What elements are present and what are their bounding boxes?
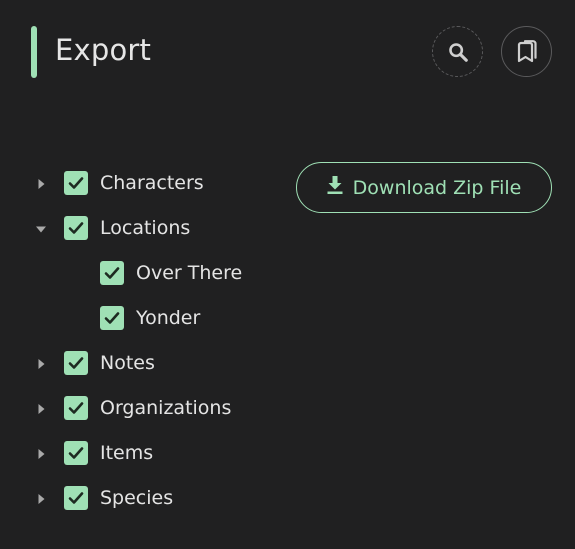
search-icon [447, 41, 469, 63]
checkbox-characters[interactable] [64, 171, 88, 195]
tree-item-label: Organizations [100, 397, 232, 419]
checkbox-species[interactable] [64, 486, 88, 510]
tree-item-label: Yonder [136, 307, 201, 329]
check-icon [68, 222, 84, 234]
check-icon [68, 447, 84, 459]
tree-item-species: Species [0, 476, 290, 521]
tree-item-label: Locations [100, 217, 191, 239]
tree-item-yonder: Yonder [0, 296, 290, 341]
tree-item-organizations: Organizations [0, 386, 290, 431]
check-icon [68, 492, 84, 504]
tree-item-items: Items [0, 431, 290, 476]
tree-item-characters: Characters [0, 161, 290, 206]
checkbox-items[interactable] [64, 441, 88, 465]
caret-right-icon[interactable] [34, 447, 48, 461]
download-icon [327, 176, 343, 199]
tree-item-label: Characters [100, 172, 204, 194]
check-icon [68, 177, 84, 189]
bookmarks-button[interactable] [501, 26, 552, 77]
tree-item-locations: Locations [0, 206, 290, 251]
caret-right-icon[interactable] [34, 402, 48, 416]
caret-right-icon[interactable] [34, 177, 48, 191]
search-button[interactable] [432, 26, 483, 77]
check-icon [68, 357, 84, 369]
caret-right-icon[interactable] [34, 492, 48, 506]
check-icon [104, 267, 120, 279]
checkbox-notes[interactable] [64, 351, 88, 375]
tree-item-label: Notes [100, 352, 155, 374]
tree-item-over-there: Over There [0, 251, 290, 296]
tree-item-label: Species [100, 487, 174, 509]
tree-item-label: Items [100, 442, 154, 464]
tree-item-label: Over There [136, 262, 243, 284]
bookmarks-icon [516, 39, 538, 64]
checkbox-over-there[interactable] [100, 261, 124, 285]
tree-item-notes: Notes [0, 341, 290, 386]
caret-down-icon[interactable] [34, 222, 48, 236]
download-zip-button[interactable]: Download Zip File [296, 162, 552, 213]
check-icon [68, 402, 84, 414]
title-accent-bar [31, 26, 37, 78]
checkbox-locations[interactable] [64, 216, 88, 240]
checkbox-organizations[interactable] [64, 396, 88, 420]
checkbox-yonder[interactable] [100, 306, 124, 330]
caret-right-icon[interactable] [34, 357, 48, 371]
page-title: Export [55, 33, 152, 67]
export-tree: Characters Locations Over There Yonder Notes… [0, 161, 290, 521]
check-icon [104, 312, 120, 324]
export-page: Export Download Zip File Characters Locat… [0, 0, 575, 549]
download-label: Download Zip File [352, 176, 522, 199]
